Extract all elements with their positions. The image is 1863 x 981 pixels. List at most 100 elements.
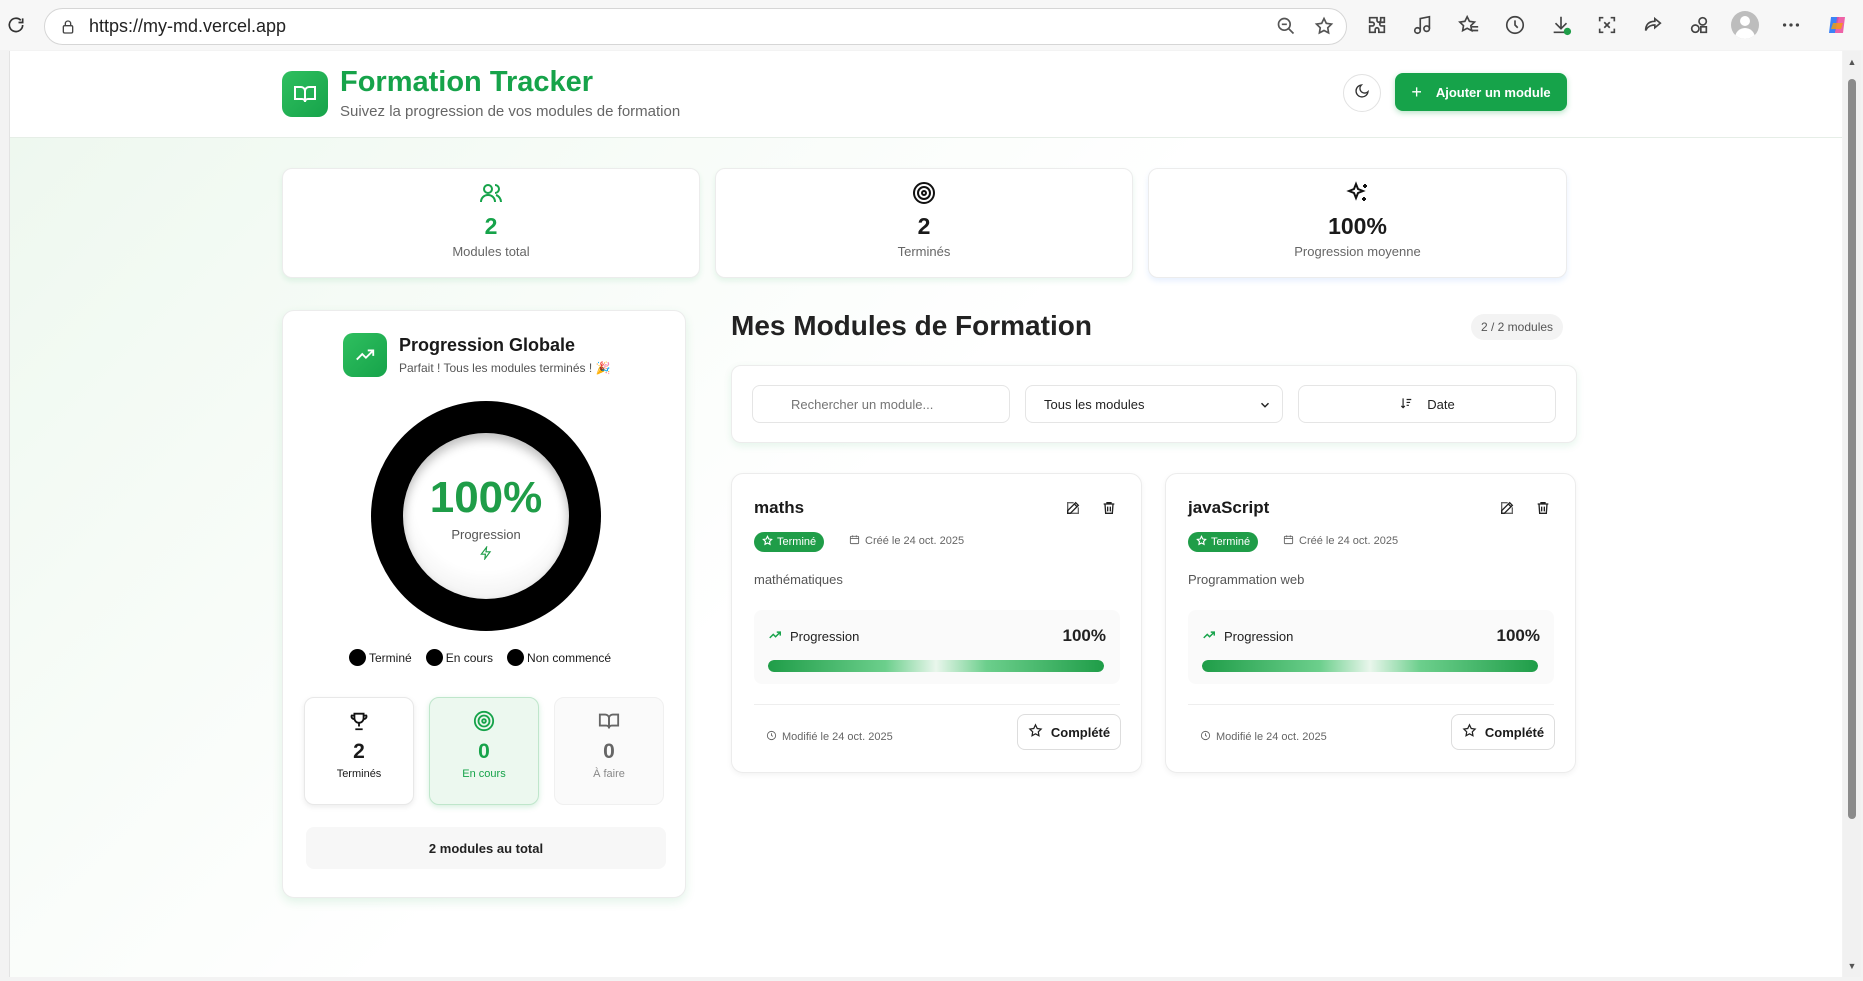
app-title: Formation Tracker — [340, 66, 594, 98]
profile-icon[interactable] — [1728, 8, 1762, 42]
favorites-icon[interactable] — [1452, 8, 1486, 42]
donut-percent: 100% — [429, 473, 543, 522]
legend-item: En cours — [425, 649, 494, 666]
total-modules-summary: 2 modules au total — [306, 827, 666, 869]
page-scrollbar[interactable]: ▲ ▼ — [1843, 51, 1861, 977]
history-icon[interactable] — [1498, 8, 1532, 42]
modified-text: Modifié le 24 oct. 2025 — [782, 731, 893, 743]
donut-legend: Terminé En cours Non commencé — [349, 649, 611, 666]
scrollbar-thumb[interactable] — [1848, 79, 1856, 819]
progress-label: Progression — [790, 629, 860, 644]
mini-value: 0 — [478, 740, 490, 763]
legend-dot — [425, 649, 443, 666]
users-icon — [283, 181, 699, 207]
stat-label: Progression moyenne — [1294, 244, 1421, 259]
created-date: Créé le 24 oct. 2025 — [1283, 534, 1398, 548]
theme-toggle-button[interactable] — [1343, 74, 1381, 112]
search-input[interactable] — [752, 385, 1010, 423]
modified-date: Modifié le 24 oct. 2025 — [1200, 730, 1327, 744]
zoom-icon[interactable] — [1276, 16, 1296, 41]
share-icon[interactable] — [1636, 8, 1670, 42]
zap-icon — [403, 546, 569, 560]
edit-icon[interactable] — [1499, 500, 1515, 521]
modified-date: Modifié le 24 oct. 2025 — [766, 730, 893, 744]
progress-bar-fill — [1202, 660, 1538, 672]
extensions-icon[interactable] — [1360, 8, 1394, 42]
module-name: maths — [754, 498, 805, 517]
status-badge: Terminé — [754, 532, 825, 552]
stat-completed: 2 Terminés — [715, 168, 1133, 278]
status-badge: Terminé — [1188, 532, 1259, 552]
module-progress: Progression 100% — [754, 610, 1120, 684]
trash-icon[interactable] — [1101, 500, 1117, 521]
trending-up-icon — [768, 628, 782, 645]
stat-value: 2 — [484, 213, 498, 239]
total-count: 2 — [428, 840, 437, 856]
mini-stat-in-progress: 0 En cours — [429, 697, 539, 805]
modules-title: Mes Modules de Formation — [731, 310, 1092, 341]
legend-label: En cours — [445, 650, 494, 665]
progress-donut-chart: 100% Progression — [371, 401, 601, 631]
screenshot-icon[interactable] — [1590, 8, 1624, 42]
add-module-label: Ajouter un module — [1435, 84, 1551, 100]
legend-label: Non commencé — [527, 650, 612, 665]
progress-value: 100% — [1062, 626, 1106, 645]
mini-value: 0 — [603, 740, 615, 763]
module-description: Programmation web — [1188, 572, 1305, 587]
book-open-icon — [555, 710, 663, 734]
module-description: mathématiques — [754, 572, 843, 587]
downloads-icon[interactable] — [1544, 8, 1578, 42]
book-open-icon — [282, 71, 328, 117]
target-icon — [716, 181, 1132, 207]
scroll-down-icon[interactable]: ▼ — [1847, 961, 1857, 971]
star-icon — [1196, 535, 1207, 549]
divider — [1188, 704, 1554, 705]
legend-item: Non commencé — [507, 649, 611, 666]
mini-value: 2 — [353, 740, 365, 763]
chevron-down-icon — [1258, 398, 1272, 415]
clock-icon — [766, 730, 777, 744]
edit-icon[interactable] — [1065, 500, 1081, 521]
moon-icon — [1354, 83, 1370, 104]
complete-button[interactable]: Complété — [1017, 714, 1121, 750]
more-icon[interactable] — [1774, 8, 1808, 42]
calendar-icon — [849, 534, 860, 548]
donut-center: 100% Progression — [403, 433, 569, 599]
sort-button[interactable]: Date — [1298, 385, 1556, 423]
status-label: Terminé — [1211, 536, 1251, 548]
stat-label: Modules total — [452, 244, 530, 259]
global-progress-card: Progression Globale Parfait ! Tous les m… — [282, 310, 686, 898]
progress-bar-fill — [768, 660, 1104, 672]
status-label: Terminé — [777, 536, 817, 548]
collections-icon[interactable] — [1682, 8, 1716, 42]
progress-bar — [1202, 660, 1538, 672]
site-info-icon[interactable] — [59, 18, 77, 36]
filter-bar: Tous les modules Date — [731, 365, 1577, 443]
created-text: Créé le 24 oct. 2025 — [865, 535, 965, 547]
module-name: javaScript — [1188, 498, 1270, 517]
sort-label: Date — [1427, 396, 1455, 412]
favorite-star-icon[interactable] — [1314, 16, 1334, 41]
trophy-icon — [305, 710, 413, 734]
address-bar[interactable]: https://my-md.vercel.app — [44, 8, 1347, 45]
media-icon[interactable] — [1406, 8, 1440, 42]
copilot-icon[interactable] — [1820, 8, 1854, 42]
filter-select[interactable]: Tous les modules — [1025, 385, 1283, 423]
trending-up-icon — [1202, 628, 1216, 645]
trash-icon[interactable] — [1535, 500, 1551, 521]
complete-label: Complété — [1484, 724, 1545, 740]
progress-value: 100% — [1496, 626, 1540, 645]
target-icon — [430, 710, 538, 734]
complete-button[interactable]: Complété — [1451, 714, 1555, 750]
scroll-up-icon[interactable]: ▲ — [1847, 57, 1857, 67]
legend-label: Terminé — [369, 650, 412, 665]
reload-icon[interactable] — [4, 13, 28, 37]
created-date: Créé le 24 oct. 2025 — [849, 534, 964, 548]
app-header: Formation Tracker Suivez la progression … — [10, 51, 1842, 138]
module-card: javaScript Terminé Créé le 24 oct. 2025 … — [1165, 473, 1576, 773]
mini-stat-completed: 2 Terminés — [304, 697, 414, 805]
star-icon — [1028, 723, 1043, 741]
url-text: https://my-md.vercel.app — [89, 16, 287, 36]
module-progress: Progression 100% — [1188, 610, 1554, 684]
add-module-button[interactable]: + Ajouter un module — [1395, 73, 1567, 111]
